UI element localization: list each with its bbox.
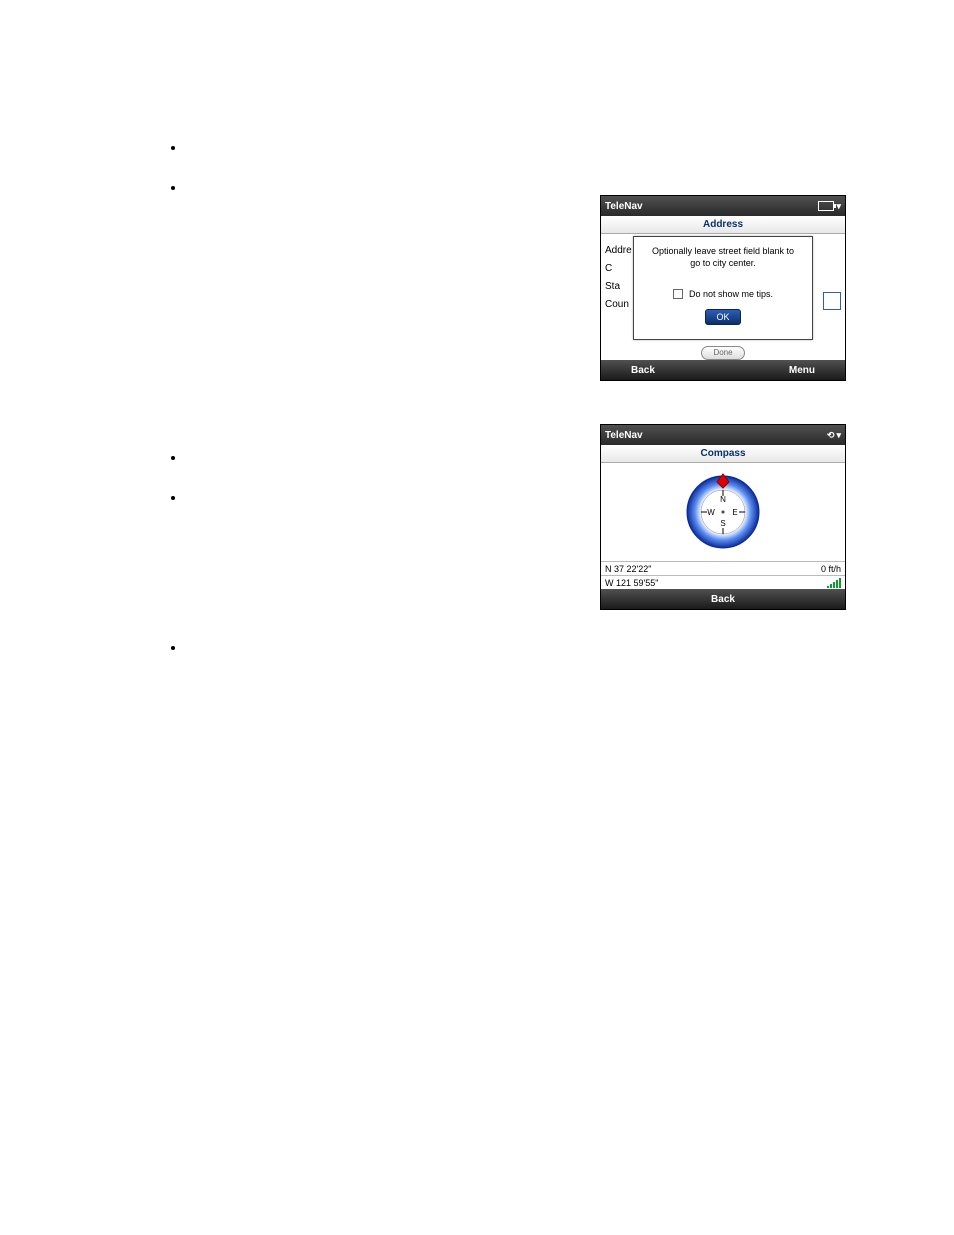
- app-title: TeleNav: [605, 430, 643, 441]
- compass-graphic: N S E W: [601, 463, 845, 561]
- signal-bars-icon: [827, 578, 841, 588]
- tip-dialog: Optionally leave street field blank to g…: [633, 236, 813, 340]
- dont-show-checkbox[interactable]: [673, 289, 683, 299]
- checkbox-label: Do not show me tips.: [689, 289, 773, 299]
- signal-icon: ▾: [836, 430, 841, 441]
- bullet-item: [185, 180, 844, 194]
- app-title: TeleNav: [605, 201, 643, 212]
- longitude-value: W 121 59'55": [605, 578, 658, 588]
- svg-text:W: W: [707, 508, 715, 517]
- device-titlebar: TeleNav ⟲ ▾: [601, 425, 845, 445]
- svg-text:E: E: [732, 508, 737, 517]
- softkey-menu[interactable]: Menu: [789, 365, 815, 376]
- bullet-item: [185, 140, 844, 154]
- speed-value: 0 ft/h: [821, 564, 841, 574]
- connection-icon: ⟲: [827, 430, 835, 441]
- bullet-item: [185, 640, 844, 654]
- ok-button[interactable]: OK: [705, 309, 741, 325]
- svg-text:S: S: [720, 519, 725, 528]
- battery-icon: [818, 201, 834, 211]
- latitude-value: N 37 22'22": [605, 564, 651, 574]
- page-header: Compass: [601, 445, 845, 463]
- field-labels: Addre C Sta Coun: [605, 242, 632, 314]
- figure-address-dialog: TeleNav ▾ Address Addre C Sta Coun Done …: [600, 195, 846, 381]
- page-header: Address: [601, 216, 845, 234]
- figure-compass: TeleNav ⟲ ▾ Compass: [600, 424, 846, 610]
- device-titlebar: TeleNav ▾: [601, 196, 845, 216]
- text-field[interactable]: [823, 292, 841, 310]
- softkey-back[interactable]: Back: [711, 594, 735, 605]
- dialog-message: Optionally leave street field blank to g…: [640, 245, 806, 269]
- signal-icon: ▾: [836, 201, 841, 212]
- softkey-back[interactable]: Back: [631, 365, 655, 376]
- done-button[interactable]: Done: [701, 346, 745, 360]
- svg-text:N: N: [720, 495, 726, 504]
